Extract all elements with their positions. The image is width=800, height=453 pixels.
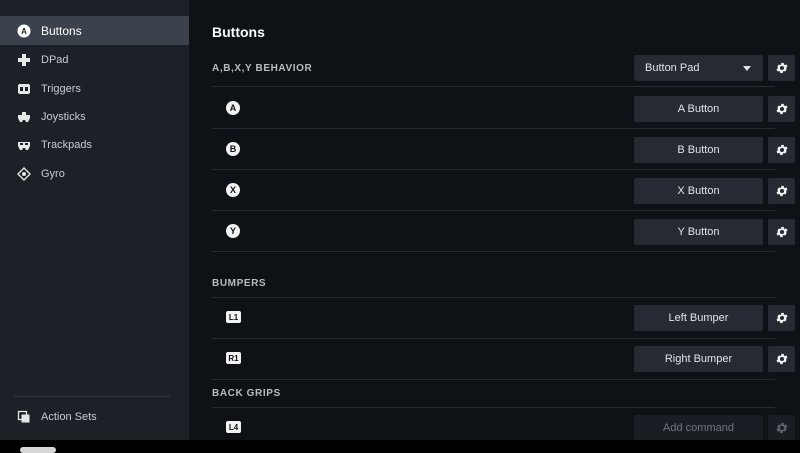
joystick-icon xyxy=(17,110,31,124)
sidebar-item-label: Action Sets xyxy=(41,410,97,423)
gear-icon xyxy=(775,353,788,365)
row-divider xyxy=(212,169,775,170)
a-button-command[interactable]: A Button xyxy=(634,96,763,122)
r1-glyph-icon: R1 xyxy=(226,352,241,364)
svg-text:A: A xyxy=(21,27,27,36)
dpad-icon xyxy=(17,53,31,67)
gear-icon xyxy=(775,144,788,156)
main-panel: Buttons A,B,X,Y BEHAVIOR Button Pad A A … xyxy=(189,0,800,441)
row-divider xyxy=(212,297,775,298)
x-button-command[interactable]: X Button xyxy=(634,178,763,204)
row-divider xyxy=(212,86,775,87)
page-title: Buttons xyxy=(212,24,265,40)
l1-glyph-icon: L1 xyxy=(226,311,241,323)
sidebar: A Buttons DPad Triggers Joysticks Trackp… xyxy=(0,0,189,440)
sidebar-item-triggers[interactable]: Triggers xyxy=(0,74,189,103)
row-divider xyxy=(212,407,775,408)
bottom-bar xyxy=(0,440,800,450)
row-divider xyxy=(212,379,775,380)
sidebar-item-gyro[interactable]: Gyro xyxy=(0,159,189,188)
sidebar-item-buttons[interactable]: A Buttons xyxy=(0,16,189,45)
gear-icon xyxy=(775,422,788,434)
section-header-abxy: A,B,X,Y BEHAVIOR xyxy=(212,63,313,74)
gear-icon xyxy=(775,185,788,197)
left-bumper-command[interactable]: Left Bumper xyxy=(634,305,763,331)
l4-settings-button[interactable] xyxy=(768,415,795,441)
sidebar-item-label: Gyro xyxy=(41,167,65,180)
gear-icon xyxy=(775,226,788,238)
trigger-icon xyxy=(17,82,31,96)
b-button-settings-button[interactable] xyxy=(768,137,795,163)
row-divider xyxy=(212,128,775,129)
gyro-icon xyxy=(17,166,31,181)
left-bumper-settings-button[interactable] xyxy=(768,305,795,331)
sidebar-divider xyxy=(14,396,170,397)
row-divider xyxy=(212,251,775,252)
a-button-settings-button[interactable] xyxy=(768,96,795,122)
abxy-behavior-settings-button[interactable] xyxy=(768,55,795,81)
y-button-command[interactable]: Y Button xyxy=(634,219,763,245)
controller-settings-window: A Buttons DPad Triggers Joysticks Trackp… xyxy=(0,0,800,441)
sidebar-item-label: DPad xyxy=(41,53,69,66)
a-button-icon: A xyxy=(17,24,31,38)
a-button-glyph-icon: A xyxy=(226,101,240,115)
chevron-down-icon xyxy=(743,65,751,71)
y-button-settings-button[interactable] xyxy=(768,219,795,245)
section-header-back-grips: BACK GRIPS xyxy=(212,388,281,399)
sidebar-item-action-sets[interactable]: Action Sets xyxy=(0,402,189,431)
x-button-settings-button[interactable] xyxy=(768,178,795,204)
row-divider xyxy=(212,338,775,339)
y-button-glyph-icon: Y xyxy=(226,224,240,238)
gear-icon xyxy=(775,62,788,74)
sidebar-item-label: Joysticks xyxy=(41,110,86,123)
sidebar-item-joysticks[interactable]: Joysticks xyxy=(0,102,189,131)
gear-icon xyxy=(775,103,788,115)
b-button-glyph-icon: B xyxy=(226,142,240,156)
l4-glyph-icon: L4 xyxy=(226,421,241,433)
row-divider xyxy=(212,210,775,211)
right-bumper-settings-button[interactable] xyxy=(768,346,795,372)
add-command-button[interactable]: Add command xyxy=(634,415,763,441)
sidebar-item-label: Buttons xyxy=(41,23,82,38)
b-button-command[interactable]: B Button xyxy=(634,137,763,163)
sidebar-item-label: Trackpads xyxy=(41,138,92,151)
dropdown-value: Button Pad xyxy=(645,62,700,74)
section-header-bumpers: BUMPERS xyxy=(212,278,267,289)
trackpad-icon xyxy=(17,138,31,152)
gear-icon xyxy=(775,312,788,324)
sidebar-item-trackpads[interactable]: Trackpads xyxy=(0,130,189,159)
action-sets-icon xyxy=(17,410,31,424)
right-bumper-command[interactable]: Right Bumper xyxy=(634,346,763,372)
x-button-glyph-icon: X xyxy=(226,183,240,197)
sidebar-item-label: Triggers xyxy=(41,82,81,95)
bottom-pill xyxy=(20,447,56,453)
sidebar-item-dpad[interactable]: DPad xyxy=(0,45,189,74)
abxy-behavior-dropdown[interactable]: Button Pad xyxy=(634,55,763,81)
